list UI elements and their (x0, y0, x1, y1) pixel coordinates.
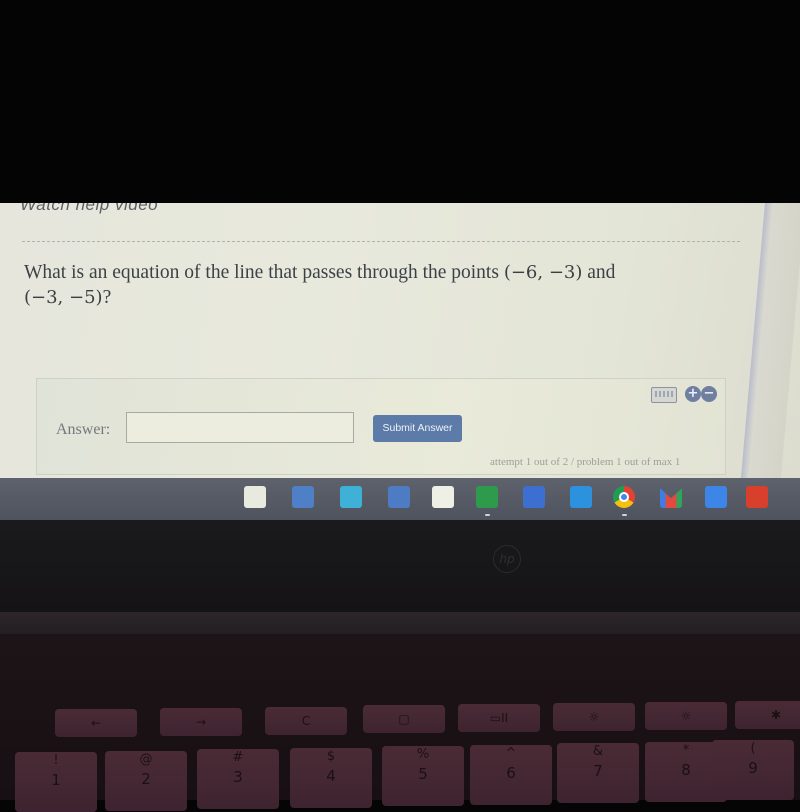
dashed-divider (22, 241, 740, 242)
function-key[interactable]: ✱ (735, 700, 800, 729)
dark-background-top (0, 0, 800, 203)
laptop-screen: Watch help video What is an equation of … (0, 203, 800, 478)
attempt-status: attempt 1 out of 2 / problem 1 out of ma… (490, 456, 681, 468)
submit-answer-button[interactable]: Submit Answer (373, 415, 462, 442)
number-key[interactable]: @2 (105, 750, 187, 811)
active-app-indicator (622, 514, 627, 516)
key-digit: 3 (233, 768, 243, 786)
function-key[interactable]: ▭II (458, 704, 540, 733)
blue-tools-app-icon[interactable] (340, 486, 362, 508)
screen-edge-glare (740, 203, 800, 478)
plus-icon[interactable]: + (685, 386, 701, 402)
key-digit: 7 (593, 762, 603, 780)
watch-help-video-link[interactable]: Watch help video (20, 203, 158, 215)
function-key[interactable]: ☼ (553, 703, 635, 731)
key-digit: 2 (141, 769, 151, 788)
taskbar-shelf (0, 478, 800, 520)
key-digit: 1 (51, 771, 61, 789)
number-key[interactable]: $4 (290, 747, 372, 808)
youtube-icon[interactable] (746, 486, 768, 508)
answer-input[interactable] (126, 412, 354, 443)
chrome-icon[interactable] (613, 486, 635, 508)
key-digit: 9 (748, 759, 758, 777)
question-stem: What is an equation of the line that pas… (24, 262, 499, 283)
texas-flag-app-icon[interactable] (523, 486, 545, 508)
laptop-hinge (0, 612, 800, 634)
key-digit: 5 (418, 765, 428, 783)
key-digit: 6 (506, 763, 516, 782)
laptop-bezel (0, 520, 800, 620)
question-mark: ? (102, 287, 112, 308)
question-text: What is an equation of the line that pas… (24, 260, 724, 310)
google-classroom-icon[interactable] (476, 486, 498, 508)
app-launcher-icon[interactable] (244, 486, 266, 508)
key-shift-symbol: $ (326, 748, 336, 764)
point-one: (−6, −3) (503, 262, 583, 283)
calculator-icon[interactable] (292, 486, 314, 508)
number-key[interactable]: & 7 (557, 743, 639, 803)
point-two: (−3, −5) (24, 287, 103, 308)
game-app-icon[interactable] (388, 486, 410, 508)
key-shift-symbol: ( (750, 741, 756, 756)
function-key[interactable]: ☼ (645, 701, 727, 730)
function-key[interactable]: ▢ (363, 705, 445, 734)
hp-logo-icon: hp (493, 545, 521, 573)
function-key[interactable]: → (160, 707, 242, 736)
number-key[interactable]: ! 1 (15, 752, 97, 812)
chrome-center (619, 492, 629, 502)
number-key[interactable]: % 5 (382, 746, 464, 806)
key-shift-symbol: # (232, 750, 244, 765)
key-shift-symbol: ^ (505, 745, 517, 761)
number-key[interactable]: (9 (712, 740, 794, 800)
cloud-chat-app-icon[interactable] (570, 486, 592, 508)
keyboard-deck: ← → C ▢ ▭II ☼ ☼ ✱! 1 @2 #3 $4% 5 ^ 6 & 7 * 8(9 (0, 634, 800, 812)
function-key[interactable]: ← (55, 709, 137, 737)
active-app-indicator (485, 514, 490, 516)
key-shift-symbol: % (416, 747, 430, 762)
key-shift-symbol: ! (53, 753, 59, 768)
key-digit: 4 (326, 766, 336, 785)
answer-label: Answer: (56, 421, 111, 438)
number-key[interactable]: ^ 6 (470, 744, 552, 805)
twitter-web-app-icon[interactable] (432, 486, 454, 508)
minus-icon[interactable]: − (701, 386, 717, 402)
google-docs-icon[interactable] (705, 486, 727, 508)
gmail-icon[interactable] (660, 488, 682, 508)
key-shift-symbol: & (592, 744, 604, 759)
keyboard-icon[interactable] (651, 387, 677, 403)
number-key[interactable]: #3 (197, 749, 279, 809)
function-key[interactable]: C (265, 706, 347, 735)
key-shift-symbol: @ (139, 751, 153, 767)
question-conjunction: and (587, 262, 616, 283)
